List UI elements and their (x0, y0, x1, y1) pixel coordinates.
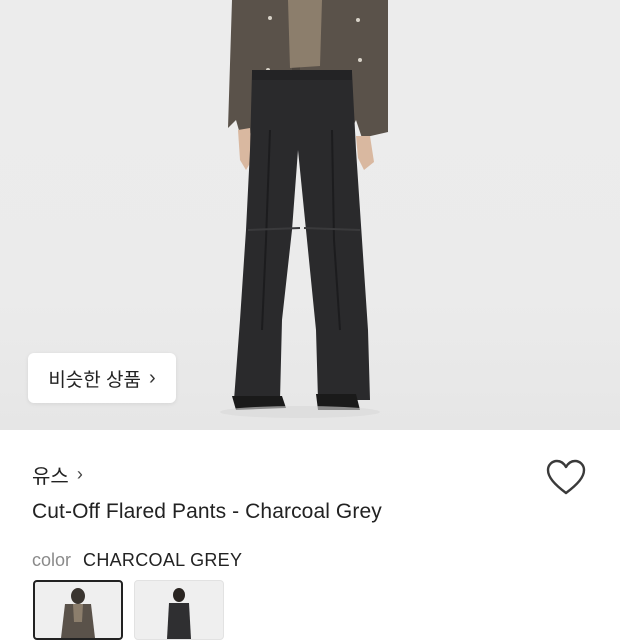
product-title: Cut-Off Flared Pants - Charcoal Grey (32, 500, 382, 523)
color-swatch[interactable] (134, 580, 224, 640)
color-selector-label: color CHARCOAL GREY (32, 550, 242, 571)
color-swatch-selected[interactable] (33, 580, 123, 640)
swatch-thumbnail (167, 588, 191, 639)
product-main-image[interactable]: 비슷한 상품 › (0, 0, 620, 430)
color-label: color (32, 550, 72, 570)
similar-products-button[interactable]: 비슷한 상품 › (28, 353, 176, 403)
brand-link[interactable]: 유스 › (32, 460, 83, 489)
brand-name: 유스 (32, 466, 69, 488)
swatch-thumbnail (61, 588, 95, 638)
heart-outline-icon (546, 459, 586, 495)
chevron-right-icon: › (76, 464, 83, 484)
chevron-right-icon: › (149, 366, 156, 389)
wishlist-button[interactable] (544, 458, 588, 498)
color-value: CHARCOAL GREY (83, 550, 243, 570)
similar-products-label: 비슷한 상품 (48, 369, 141, 391)
